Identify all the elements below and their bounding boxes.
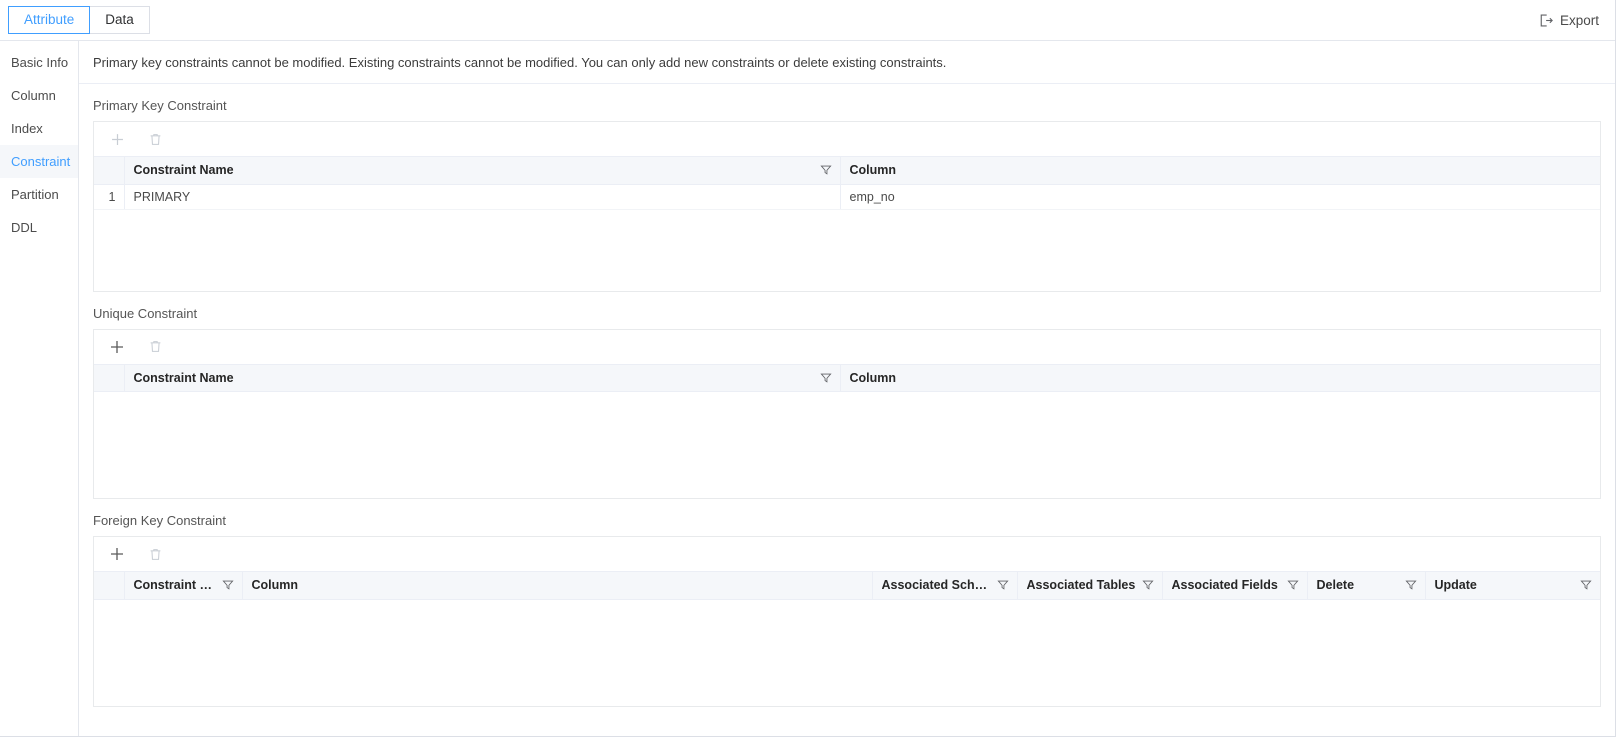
- notice-text: Primary key constraints cannot be modifi…: [79, 41, 1615, 84]
- sidebar-item-index[interactable]: Index: [0, 112, 78, 145]
- column-header-constraint-name[interactable]: Constraint Na...: [124, 572, 242, 599]
- export-button[interactable]: Export: [1537, 10, 1601, 31]
- add-foreign-key-button[interactable]: [107, 544, 127, 564]
- column-header-column[interactable]: Column: [840, 365, 1600, 392]
- filter-icon[interactable]: [1405, 579, 1417, 591]
- section-foreign-key: Foreign Key Constraint: [93, 513, 1601, 707]
- cell-constraint-name[interactable]: PRIMARY: [124, 184, 840, 209]
- column-header-column[interactable]: Column: [840, 157, 1600, 184]
- filter-icon[interactable]: [1142, 579, 1154, 591]
- primary-key-table: Constraint Name Column: [94, 157, 1600, 210]
- cell-column[interactable]: emp_no: [840, 184, 1600, 209]
- table-header-row: Constraint Na... Column: [94, 572, 1600, 599]
- column-header-associated-schemas[interactable]: Associated Schemas: [872, 572, 1017, 599]
- delete-unique-constraint-button[interactable]: [145, 337, 165, 357]
- add-primary-key-button[interactable]: [107, 129, 127, 149]
- column-header-label: Associated Schemas: [882, 578, 991, 592]
- unique-title: Unique Constraint: [93, 306, 1601, 322]
- sidebar-item-column[interactable]: Column: [0, 79, 78, 112]
- column-header-label: Delete: [1317, 578, 1355, 592]
- column-header-label: Constraint Name: [134, 371, 234, 385]
- unique-constraint-table: Constraint Name Column: [94, 365, 1600, 393]
- column-header-label: Constraint Name: [134, 163, 234, 177]
- row-index-header: [94, 572, 124, 599]
- primary-key-title: Primary Key Constraint: [93, 98, 1601, 114]
- column-header-label: Associated Tables: [1027, 578, 1136, 592]
- tab-data[interactable]: Data: [89, 6, 150, 34]
- export-label: Export: [1560, 13, 1599, 28]
- unique-panel: Constraint Name Column: [93, 329, 1601, 500]
- add-unique-constraint-button[interactable]: [107, 337, 127, 357]
- column-header-label: Constraint Na...: [134, 578, 216, 592]
- column-header-label: Update: [1435, 578, 1477, 592]
- row-index-header: [94, 365, 124, 392]
- column-header-column[interactable]: Column: [242, 572, 872, 599]
- filter-icon[interactable]: [1287, 579, 1299, 591]
- filter-icon[interactable]: [820, 372, 832, 384]
- table-row[interactable]: 1 PRIMARY emp_no: [94, 184, 1600, 209]
- unique-empty-area: [94, 392, 1600, 498]
- table-properties-window: Attribute Data Export Basic Info Column …: [0, 0, 1616, 737]
- section-primary-key: Primary Key Constraint: [93, 98, 1601, 292]
- delete-foreign-key-button[interactable]: [145, 544, 165, 564]
- export-icon: [1539, 13, 1554, 28]
- foreign-key-table: Constraint Na... Column: [94, 572, 1600, 600]
- column-header-associated-tables[interactable]: Associated Tables: [1017, 572, 1162, 599]
- top-toolbar: Attribute Data Export: [0, 0, 1615, 41]
- foreign-key-panel: Constraint Na... Column: [93, 536, 1601, 707]
- filter-icon[interactable]: [820, 164, 832, 176]
- tab-attribute[interactable]: Attribute: [8, 6, 90, 34]
- sidebar-nav: Basic Info Column Index Constraint Parti…: [0, 41, 79, 736]
- primary-key-toolbar: [94, 122, 1600, 157]
- constraint-panel: Primary key constraints cannot be modifi…: [79, 41, 1615, 736]
- column-header-associated-fields[interactable]: Associated Fields: [1162, 572, 1307, 599]
- primary-key-empty-area: [94, 210, 1600, 291]
- section-unique: Unique Constraint: [93, 306, 1601, 500]
- column-header-constraint-name[interactable]: Constraint Name: [124, 157, 840, 184]
- unique-toolbar: [94, 330, 1600, 365]
- table-header-row: Constraint Name Column: [94, 365, 1600, 392]
- column-header-constraint-name[interactable]: Constraint Name: [124, 365, 840, 392]
- foreign-key-empty-area: [94, 600, 1600, 706]
- column-header-delete[interactable]: Delete: [1307, 572, 1425, 599]
- filter-icon[interactable]: [222, 579, 234, 591]
- column-header-update[interactable]: Update: [1425, 572, 1600, 599]
- main-body: Basic Info Column Index Constraint Parti…: [0, 41, 1615, 736]
- row-index: 1: [94, 184, 124, 209]
- row-index-header: [94, 157, 124, 184]
- column-header-label: Column: [850, 371, 897, 385]
- sidebar-item-partition[interactable]: Partition: [0, 178, 78, 211]
- primary-key-panel: Constraint Name Column: [93, 121, 1601, 292]
- column-header-label: Column: [252, 578, 299, 592]
- foreign-key-title: Foreign Key Constraint: [93, 513, 1601, 529]
- sidebar-item-ddl[interactable]: DDL: [0, 211, 78, 244]
- sidebar-item-constraint[interactable]: Constraint: [0, 145, 78, 178]
- column-header-label: Column: [850, 163, 897, 177]
- table-header-row: Constraint Name Column: [94, 157, 1600, 184]
- sidebar-item-basic-info[interactable]: Basic Info: [0, 46, 78, 79]
- foreign-key-toolbar: [94, 537, 1600, 572]
- delete-primary-key-button[interactable]: [145, 129, 165, 149]
- column-header-label: Associated Fields: [1172, 578, 1278, 592]
- filter-icon[interactable]: [1580, 579, 1592, 591]
- view-tabs: Attribute Data: [8, 6, 150, 34]
- filter-icon[interactable]: [997, 579, 1009, 591]
